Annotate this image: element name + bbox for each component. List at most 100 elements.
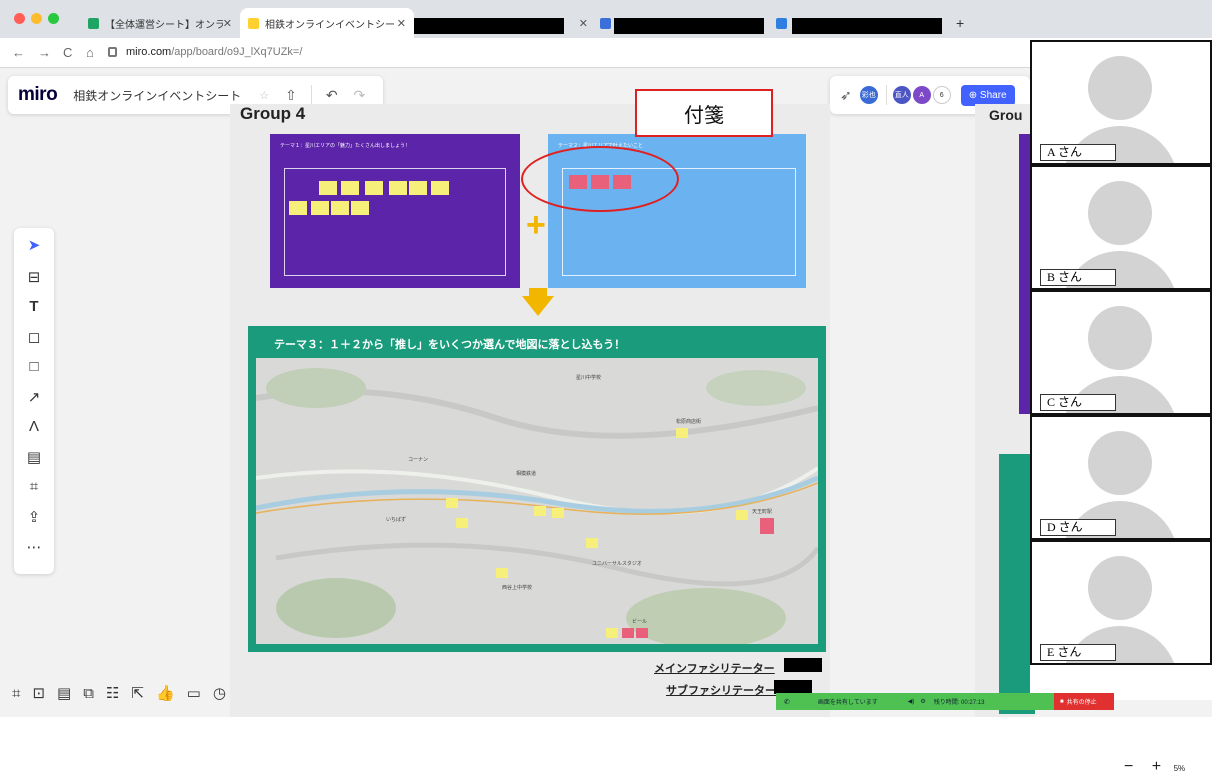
- zoom-level[interactable]: 5%: [1174, 764, 1186, 773]
- participant-tile[interactable]: B さん: [1030, 165, 1212, 290]
- sticky-note[interactable]: [431, 181, 449, 195]
- sticky-note[interactable]: [389, 181, 407, 195]
- group-title-right: Grou: [989, 107, 1023, 123]
- sticky-note[interactable]: [636, 628, 648, 638]
- sticky-note[interactable]: [311, 201, 329, 215]
- board-name[interactable]: 相鉄オンラインイベントシート: [73, 87, 241, 104]
- frame-tool-icon[interactable]: ⌗: [14, 478, 54, 495]
- zoom-out-button[interactable]: −: [1124, 758, 1133, 775]
- avatar[interactable]: A: [912, 86, 931, 104]
- sticky-note[interactable]: [351, 201, 369, 215]
- participant-avatar-head: [1088, 431, 1152, 495]
- star-icon[interactable]: ☆: [259, 89, 269, 102]
- sticky-note[interactable]: [736, 510, 748, 520]
- collaborator-count[interactable]: 6: [932, 86, 951, 104]
- sticky-note-icon[interactable]: ◻: [14, 328, 54, 346]
- sticky-note[interactable]: [289, 201, 307, 215]
- down-arrow-icon: [522, 296, 554, 316]
- tab-redacted-1[interactable]: ✕: [566, 8, 596, 38]
- upload-icon[interactable]: ⇪: [14, 508, 54, 526]
- connector-icon[interactable]: ↗: [14, 388, 54, 406]
- screen-share-icon[interactable]: ⇱: [131, 684, 144, 702]
- sticky-note[interactable]: [456, 518, 468, 528]
- sticky-note[interactable]: [331, 201, 349, 215]
- card-icon[interactable]: ⧉: [83, 685, 94, 702]
- sticky-note[interactable]: [622, 628, 634, 638]
- pen-tool-icon[interactable]: Λ: [14, 418, 54, 435]
- sticky-note[interactable]: [606, 628, 618, 638]
- theme-3-frame[interactable]: テーマ３：１＋２から「推し」をいくつか選んで地図に落とし込もう！ 星川中学校 松…: [248, 326, 826, 652]
- miro-logo[interactable]: miro: [18, 84, 58, 106]
- export-icon[interactable]: ⇧: [285, 87, 297, 104]
- sticky-note[interactable]: [446, 498, 458, 508]
- area-map[interactable]: 星川中学校 松原商店街 コーナン 相模鉄道 いちばず 天王町駅 ユニバーサルスタ…: [256, 358, 818, 644]
- participant-tile[interactable]: D さん: [1030, 415, 1212, 540]
- minimize-window-dot[interactable]: [31, 13, 42, 24]
- home-icon[interactable]: ⌂: [86, 45, 94, 60]
- forward-icon[interactable]: →: [38, 45, 51, 60]
- close-tab-icon[interactable]: ✕: [397, 17, 406, 30]
- comments-panel-icon[interactable]: ⊡: [32, 684, 45, 702]
- close-tab-icon[interactable]: ✕: [223, 17, 232, 30]
- reload-icon[interactable]: C: [63, 45, 72, 60]
- close-tab-icon[interactable]: ✕: [579, 17, 588, 30]
- stop-share-button[interactable]: ■ 共有の停止: [1054, 693, 1114, 710]
- more-tools-icon[interactable]: ⋯: [14, 538, 54, 556]
- video-icon[interactable]: ▭: [187, 684, 201, 702]
- shape-tool-icon[interactable]: □: [14, 358, 54, 375]
- zoom-in-button[interactable]: +: [1152, 758, 1161, 775]
- map-label: ユニバーサルスタジオ: [592, 561, 642, 567]
- sticky-note[interactable]: [496, 568, 508, 578]
- sticky-note[interactable]: [676, 428, 688, 438]
- sticky-note[interactable]: [552, 508, 564, 518]
- map-label: 松原商店街: [676, 419, 702, 425]
- sub-facilitator-label: サブファシリテーター: [666, 685, 776, 697]
- url-field[interactable]: miro.com/app/board/o9J_lXq7UZk=/: [126, 46, 302, 58]
- participant-tile[interactable]: E さん: [1030, 540, 1212, 665]
- audio-icon[interactable]: ◀): [908, 698, 915, 705]
- text-tool-icon[interactable]: T: [14, 298, 54, 315]
- frames-icon[interactable]: ⌗: [12, 685, 20, 702]
- voting-icon[interactable]: 👍: [156, 684, 175, 702]
- comment-icon[interactable]: ▤: [14, 448, 54, 466]
- participant-tile[interactable]: A さん: [1030, 40, 1212, 165]
- avatar[interactable]: 彩也: [859, 86, 878, 104]
- new-tab-button[interactable]: +: [948, 8, 972, 38]
- sticky-note[interactable]: [365, 181, 383, 195]
- chat-icon[interactable]: ▤: [57, 684, 71, 702]
- avatar[interactable]: 直人: [892, 86, 911, 104]
- kanban-icon[interactable]: ☷: [106, 684, 119, 702]
- theme-1-frame[interactable]: テーマ１：星川エリアの「魅力」たくさん出しましょう！: [270, 134, 520, 288]
- participant-name: C さん: [1040, 394, 1116, 411]
- settings-icon[interactable]: ⚙: [920, 698, 925, 705]
- back-icon[interactable]: ←: [12, 45, 25, 60]
- group-4-board-area: Group 4 テーマ１：星川エリアの「魅力」たくさん出しましょう！ + テーマ…: [230, 104, 830, 717]
- participant-name: D さん: [1040, 519, 1116, 536]
- sticky-note[interactable]: [534, 506, 546, 516]
- redacted-tab-title: [414, 18, 564, 34]
- v-app-icon: [600, 18, 611, 29]
- sticky-note[interactable]: [341, 181, 359, 195]
- time-remaining: 残り時間: 00:27:13: [933, 700, 985, 706]
- sticky-note[interactable]: [586, 538, 598, 548]
- timer-icon[interactable]: ◷: [213, 684, 226, 702]
- redo-icon[interactable]: ↷: [354, 87, 366, 104]
- close-window-dot[interactable]: [14, 13, 25, 24]
- tab-sotetsu-board[interactable]: 相鉄オンラインイベントシート ✕: [240, 8, 414, 38]
- sticky-note[interactable]: [319, 181, 337, 195]
- undo-icon[interactable]: ↶: [326, 87, 338, 104]
- share-button[interactable]: ⊕ Share: [960, 84, 1015, 106]
- redacted-name: [774, 680, 812, 694]
- cursor-follow-icon[interactable]: ➶: [840, 87, 852, 104]
- highlight-ellipse: [521, 146, 679, 212]
- sticky-note[interactable]: [409, 181, 427, 195]
- tab-overall-sheet[interactable]: 【全体運営シート】オンライン ✕: [80, 8, 240, 38]
- theme-1-heading: テーマ１：星川エリアの「魅力」たくさん出しましょう！: [280, 143, 411, 149]
- zoom-window-dot[interactable]: [48, 13, 59, 24]
- theme-1-sticky-area[interactable]: [284, 168, 506, 276]
- templates-icon[interactable]: ⊟: [14, 268, 54, 286]
- select-tool-icon[interactable]: ➤: [14, 236, 54, 254]
- participant-tile[interactable]: C さん: [1030, 290, 1212, 415]
- miro-icon: [248, 17, 259, 29]
- sticky-note[interactable]: [760, 518, 774, 534]
